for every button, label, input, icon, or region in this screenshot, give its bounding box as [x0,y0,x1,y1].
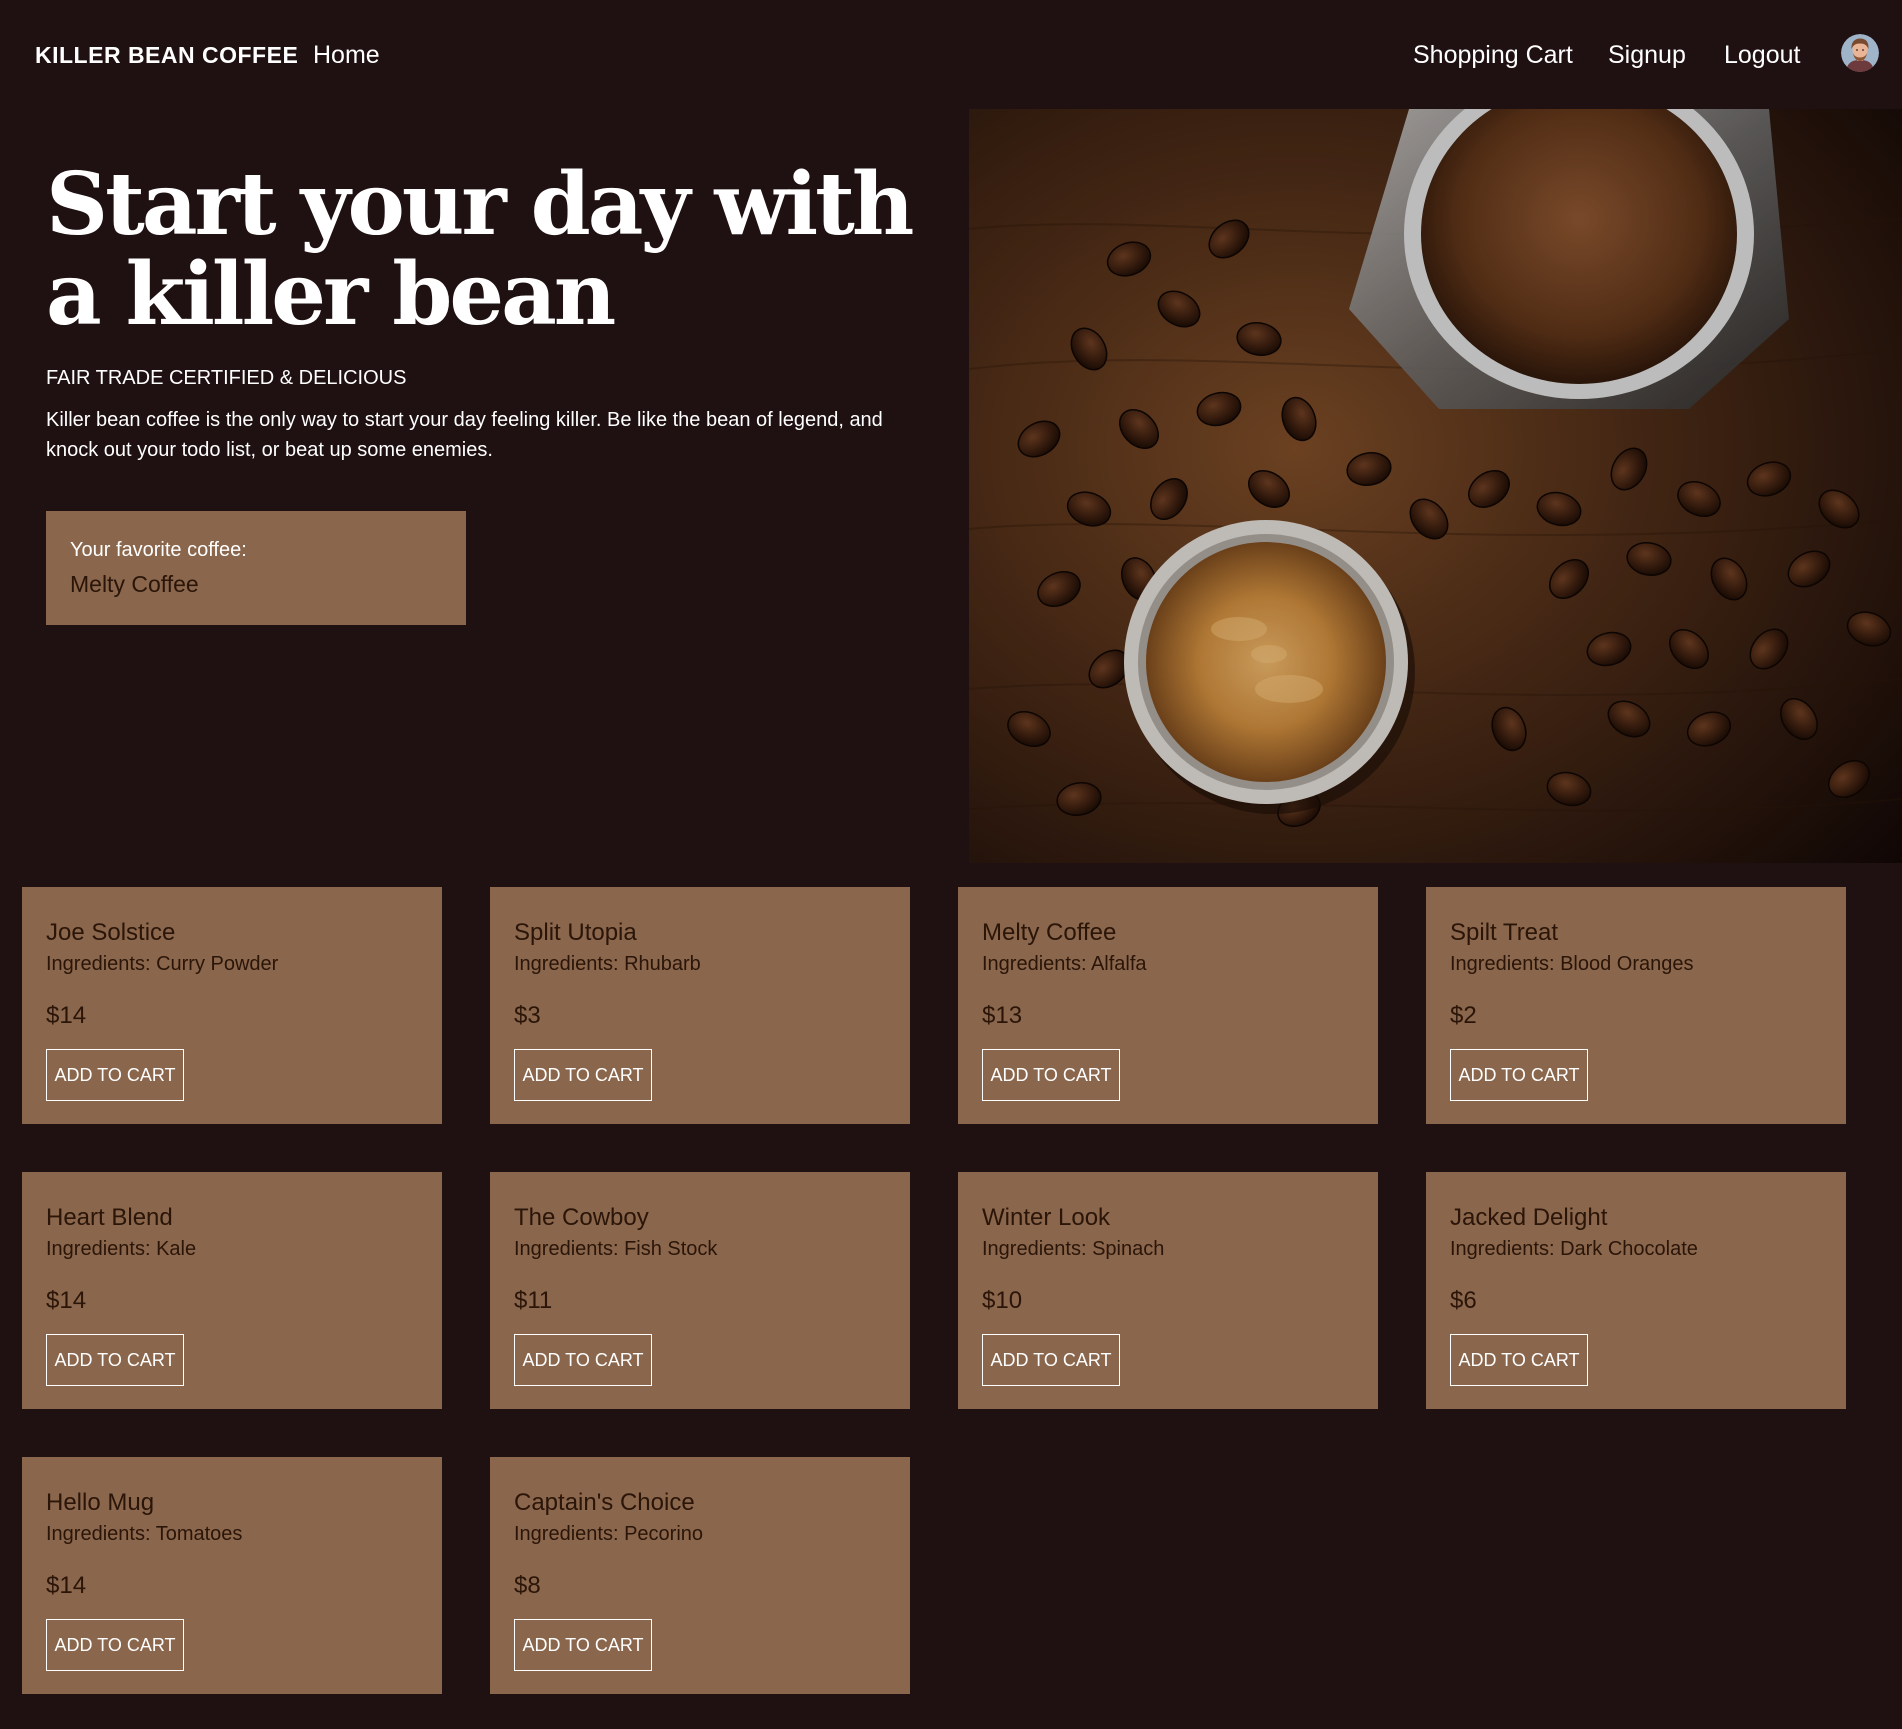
product-price: $2 [1450,1002,1477,1029]
product-ingredients: Ingredients: Kale [46,1238,197,1260]
nav-logout-link[interactable]: Logout [1724,39,1800,71]
product-ingredients: Ingredients: Tomatoes [46,1523,243,1545]
product-name: Joe Solstice [46,919,176,946]
product-card: Jacked Delight Ingredients: Dark Chocola… [1426,1172,1846,1409]
product-card: Captain's Choice Ingredients: Pecorino $… [490,1457,910,1694]
product-price: $14 [46,1572,87,1599]
product-ingredients: Ingredients: Spinach [982,1238,1165,1260]
product-price: $11 [514,1287,553,1314]
product-price: $10 [982,1287,1023,1314]
favorite-coffee-value: Melty Coffee [70,571,199,597]
hero-tagline: FAIR TRADE CERTIFIED & DELICIOUS [46,367,407,389]
product-name: Hello Mug [46,1489,155,1516]
hero-description: Killer bean coffee is the only way to st… [46,409,883,461]
product-price: $3 [514,1002,541,1029]
favorite-coffee-box: Your favorite coffee: Melty Coffee [46,511,466,625]
add-to-cart-button[interactable]: ADD TO CART [514,1619,652,1671]
nav-home-link[interactable]: Home [313,39,380,71]
product-name: Spilt Treat [1450,919,1559,946]
add-to-cart-button[interactable]: ADD TO CART [1450,1334,1588,1386]
product-card: Melty Coffee Ingredients: Alfalfa $13 AD… [958,887,1378,1124]
product-price: $8 [514,1572,541,1599]
user-avatar-icon[interactable] [1841,34,1879,72]
product-ingredients: Ingredients: Dark Chocolate [1450,1238,1698,1260]
product-ingredients: Ingredients: Curry Powder [46,953,279,975]
product-ingredients: Ingredients: Fish Stock [514,1238,718,1260]
product-card: The Cowboy Ingredients: Fish Stock $11 A… [490,1172,910,1409]
product-card: Hello Mug Ingredients: Tomatoes $14 ADD … [22,1457,442,1694]
product-card: Winter Look Ingredients: Spinach $10 ADD… [958,1172,1378,1409]
product-ingredients: Ingredients: Blood Oranges [1450,953,1694,975]
add-to-cart-button[interactable]: ADD TO CART [514,1049,652,1101]
brand-logo-text[interactable]: KILLER BEAN COFFEE [35,40,298,70]
product-card: Heart Blend Ingredients: Kale $14 ADD TO… [22,1172,442,1409]
add-to-cart-button[interactable]: ADD TO CART [46,1049,184,1101]
product-card: Joe Solstice Ingredients: Curry Powder $… [22,887,442,1124]
product-price: $6 [1450,1287,1477,1314]
hero-section: Start your day with a killer bean [46,160,926,340]
product-card: Spilt Treat Ingredients: Blood Oranges $… [1426,887,1846,1124]
add-to-cart-button[interactable]: ADD TO CART [46,1619,184,1671]
product-price: $14 [46,1287,87,1314]
product-name: Winter Look [982,1204,1111,1231]
product-name: Captain's Choice [514,1489,695,1516]
top-nav: KILLER BEAN COFFEE Home Shopping Cart Si… [0,0,1902,109]
add-to-cart-button[interactable]: ADD TO CART [982,1334,1120,1386]
product-ingredients: Ingredients: Alfalfa [982,953,1147,975]
product-ingredients: Ingredients: Rhubarb [514,953,701,975]
product-price: $14 [46,1002,87,1029]
product-name: Split Utopia [514,919,637,946]
nav-signup-link[interactable]: Signup [1608,39,1686,71]
product-card: Split Utopia Ingredients: Rhubarb $3 ADD… [490,887,910,1124]
nav-shopping-cart-link[interactable]: Shopping Cart [1413,39,1573,71]
product-name: Melty Coffee [982,919,1117,946]
product-name: The Cowboy [514,1204,649,1231]
add-to-cart-button[interactable]: ADD TO CART [46,1334,184,1386]
product-ingredients: Ingredients: Pecorino [514,1523,704,1545]
favorite-coffee-label: Your favorite coffee: [70,539,247,561]
add-to-cart-button[interactable]: ADD TO CART [1450,1049,1588,1101]
add-to-cart-button[interactable]: ADD TO CART [514,1334,652,1386]
product-name: Jacked Delight [1450,1204,1608,1231]
product-price: $13 [982,1002,1023,1029]
product-name: Heart Blend [46,1204,173,1231]
add-to-cart-button[interactable]: ADD TO CART [982,1049,1120,1101]
hero-coffee-image [969,109,1902,863]
hero-title: Start your day with a killer bean [46,154,914,345]
